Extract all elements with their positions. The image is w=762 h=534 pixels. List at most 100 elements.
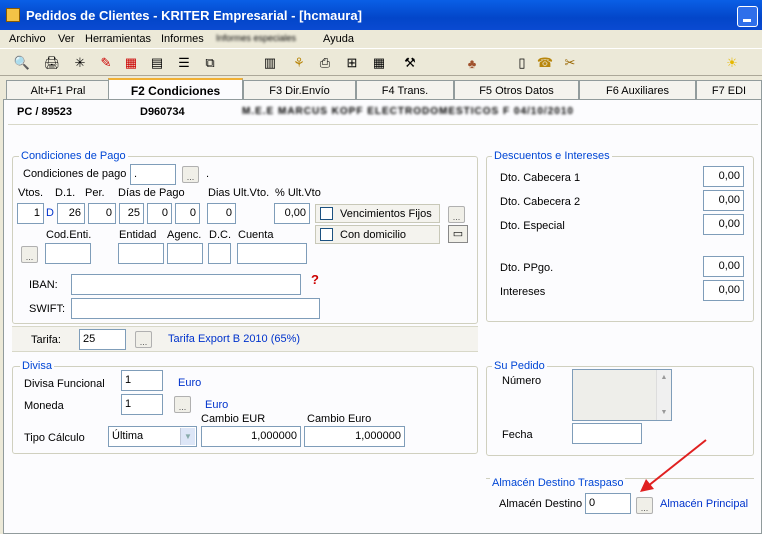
minimize-button[interactable] — [737, 6, 758, 27]
tab-strip: Alt+F1 Pral F2 Condiciones F3 Dir.Envío … — [0, 78, 762, 101]
menu-informes[interactable]: Informes — [161, 33, 204, 45]
menu-ayuda[interactable]: Ayuda — [323, 33, 354, 45]
calendar-icon[interactable]: ▦ — [121, 53, 141, 73]
cuenta-label: Cuenta — [238, 229, 274, 241]
d1-label: D.1. — [55, 187, 76, 199]
tab-trans[interactable]: F4 Trans. — [356, 80, 454, 100]
condiciones-desc: . — [206, 168, 210, 180]
tab-pral[interactable]: Alt+F1 Pral — [6, 80, 110, 100]
menu-archivo[interactable]: Archivo — [9, 33, 46, 45]
cuenta-input[interactable] — [237, 243, 307, 264]
wand-icon[interactable]: ⚒ — [400, 53, 420, 73]
palette-icon[interactable]: ♣ — [462, 53, 482, 73]
client-code: D960734 — [140, 106, 185, 118]
vencimientos-fijos-checkbox[interactable] — [320, 207, 333, 220]
d1-input[interactable]: 26 — [57, 203, 85, 224]
con-domicilio-checkbox[interactable] — [320, 228, 333, 241]
menu-bar: Archivo Ver Herramientas Informes Inform… — [0, 30, 762, 48]
dias-pago-2-input[interactable]: 0 — [147, 203, 172, 224]
cambio-euro-input[interactable]: 1,000000 — [304, 426, 405, 447]
dto-cabecera-1-label: Dto. Cabecera 1 — [500, 172, 581, 184]
dias-pago-label: Días de Pago — [118, 187, 185, 199]
condiciones-lookup-button[interactable]: ... — [182, 166, 199, 183]
header-divider — [8, 124, 758, 125]
arrow-annotation-icon — [640, 439, 707, 492]
dias-pago-3-input[interactable]: 0 — [175, 203, 200, 224]
tools-icon[interactable]: ✎ — [96, 53, 116, 73]
scroll-up-icon[interactable]: ▲ — [657, 370, 671, 385]
phone-icon[interactable]: ☎ — [535, 53, 555, 73]
domicilio-card-icon[interactable]: ▭ — [448, 225, 468, 243]
menu-herramientas[interactable]: Herramientas — [85, 33, 151, 45]
cambio-eur-input[interactable]: 1,000000 — [201, 426, 301, 447]
cod-enti-input[interactable] — [45, 243, 91, 264]
calc-icon[interactable]: ▤ — [147, 53, 167, 73]
moneda-desc: Euro — [205, 399, 229, 411]
moneda-input[interactable]: 1 — [121, 394, 163, 415]
print-icon[interactable]: 🖨 — [42, 53, 62, 73]
dc-input[interactable] — [208, 243, 231, 264]
dto-ppgo-label: Dto. PPgo. — [500, 262, 554, 274]
condiciones-pago-input[interactable]: . — [130, 164, 176, 185]
tab-dir-envio[interactable]: F3 Dir.Envío — [243, 80, 356, 100]
dias-pago-1-input[interactable]: 25 — [119, 203, 144, 224]
chart-icon[interactable]: ▥ — [260, 53, 280, 73]
menu-informes-especiales[interactable]: Informes especiales — [216, 33, 296, 43]
tarifa-desc: Tarifa Export B 2010 (65%) — [168, 333, 301, 345]
vencimientos-fijos-button[interactable]: ... — [448, 206, 465, 223]
client-name: M.E.E MARCUS KOPF ELECTRODOMESTICOS F 04… — [242, 106, 574, 117]
menu-ver[interactable]: Ver — [58, 33, 75, 45]
document-icon[interactable]: ▯ — [512, 53, 532, 73]
tab-edi[interactable]: F7 EDI — [696, 80, 762, 100]
tab-auxiliares[interactable]: F6 Auxiliares — [579, 80, 696, 100]
toolbar: 🔍 🖨 ✳ ✎ ▦ ▤ ☰ ⧉ ▥ ⚘ ⎙ ⊞ ▦ ⚒ ♣ ▯ ☎ ✂ ☀ — [0, 48, 762, 76]
filter-icon[interactable]: ✳ — [70, 53, 90, 73]
network-icon[interactable]: ⚘ — [289, 53, 309, 73]
dto-cabecera-2-label: Dto. Cabecera 2 — [500, 196, 581, 208]
app-icon — [6, 8, 20, 22]
cambio-euro-label: Cambio Euro — [307, 413, 372, 425]
chevron-down-icon[interactable]: ▼ — [180, 428, 195, 445]
list-icon[interactable]: ☰ — [174, 53, 194, 73]
bulb-icon[interactable]: ☀ — [722, 53, 742, 73]
vtos-input[interactable]: 1 — [17, 203, 44, 224]
almacen-desc: Almacén Principal — [660, 498, 749, 510]
vtos-label: Vtos. — [18, 187, 44, 199]
dto-cabecera-1-input[interactable]: 0,00 — [703, 166, 744, 187]
intereses-input[interactable]: 0,00 — [703, 280, 744, 301]
swift-input[interactable] — [71, 298, 320, 319]
tarifa-lookup-button[interactable]: ... — [135, 331, 152, 348]
moneda-lookup-button[interactable]: ... — [174, 396, 191, 413]
printer-icon[interactable]: ⎙ — [315, 53, 335, 73]
tab-condiciones[interactable]: F2 Condiciones — [108, 78, 243, 101]
tab-otros-datos[interactable]: F5 Otros Datos — [454, 80, 579, 100]
numero-textarea[interactable]: ▲ ▼ — [572, 369, 672, 421]
dc-label: D.C. — [209, 229, 231, 241]
pct-ult-vto-input[interactable]: 0,00 — [274, 203, 310, 224]
cod-enti-lookup-button[interactable]: ... — [21, 246, 38, 263]
agenc-input[interactable] — [167, 243, 203, 264]
grid-icon[interactable]: ▦ — [369, 53, 389, 73]
dias-ult-vto-input[interactable]: 0 — [207, 203, 236, 224]
tarifa-input[interactable]: 25 — [79, 329, 126, 350]
numero-scrollbar[interactable]: ▲ ▼ — [656, 370, 671, 420]
dto-especial-input[interactable]: 0,00 — [703, 214, 744, 235]
entidad-input[interactable] — [118, 243, 164, 264]
scroll-down-icon[interactable]: ▼ — [657, 405, 671, 420]
clip-icon[interactable]: ✂ — [560, 53, 580, 73]
per-input[interactable]: 0 — [88, 203, 116, 224]
divisa-funcional-desc: Euro — [178, 377, 202, 389]
divisa-funcional-input[interactable]: 1 — [121, 370, 163, 391]
help-icon[interactable]: ? — [311, 272, 319, 287]
dto-ppgo-input[interactable]: 0,00 — [703, 256, 744, 277]
preview-icon[interactable]: 🔍 — [12, 53, 32, 73]
tree-icon[interactable]: ⧉ — [200, 53, 220, 73]
moneda-label: Moneda — [24, 400, 64, 412]
almacen-destino-input[interactable]: 0 — [585, 493, 631, 514]
iban-label: IBAN: — [29, 279, 58, 291]
almacen-lookup-button[interactable]: ... — [636, 497, 653, 514]
dto-cabecera-2-input[interactable]: 0,00 — [703, 190, 744, 211]
condiciones-pago-label: Condiciones de pago — [23, 168, 127, 180]
hierarchy-icon[interactable]: ⊞ — [342, 53, 362, 73]
iban-input[interactable] — [71, 274, 301, 295]
